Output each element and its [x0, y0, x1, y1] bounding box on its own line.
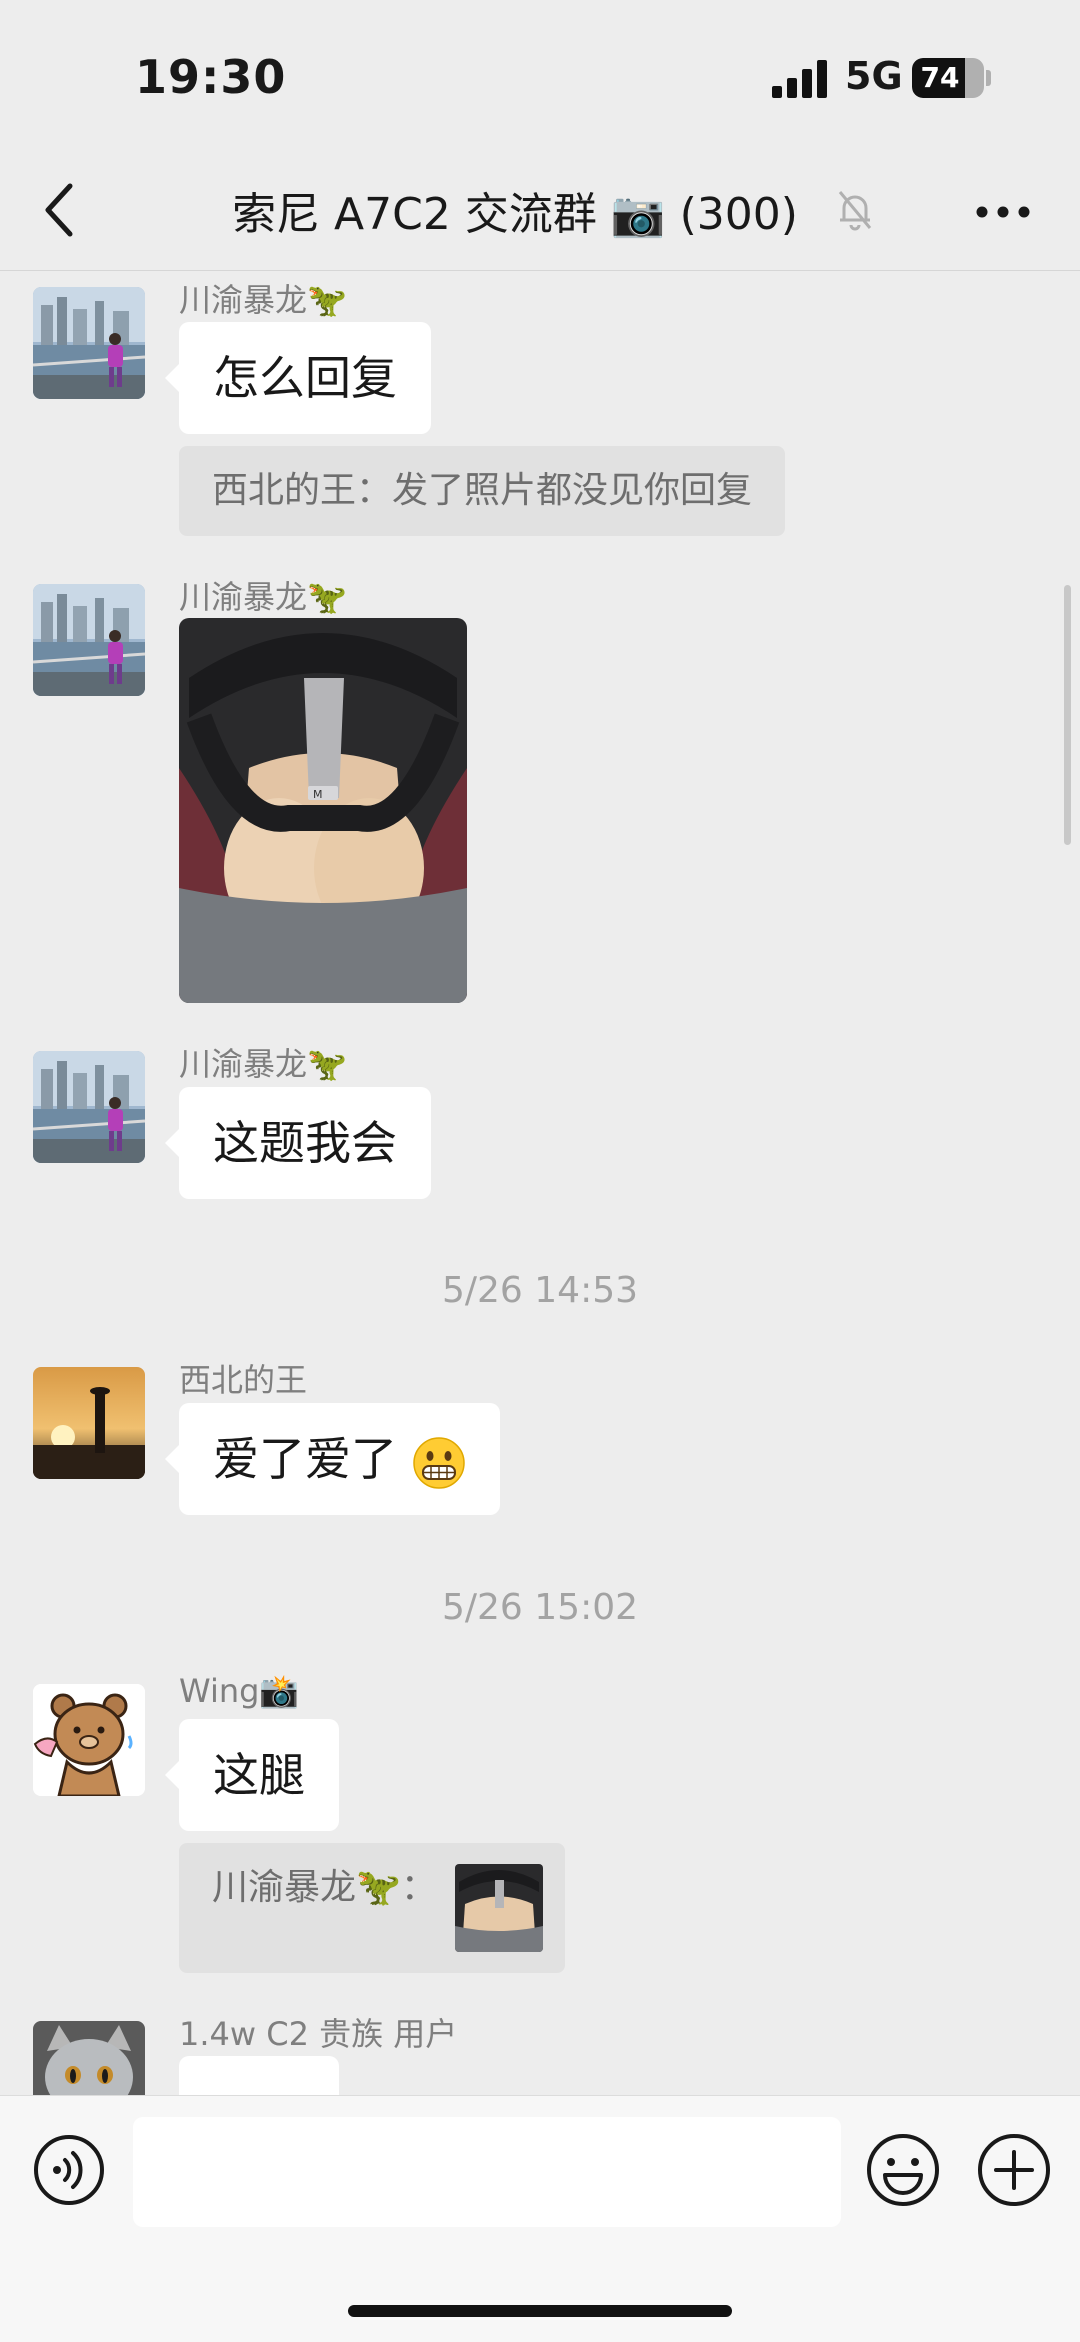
timestamp: 5/26 15:02 — [441, 1587, 639, 1628]
status-time: 19:30 — [135, 50, 287, 104]
sender-name: 西北的王 — [179, 1361, 308, 1399]
sender-avatar[interactable] — [33, 1367, 145, 1479]
message-text: 爱了爱了 — [213, 1432, 397, 1486]
grin-emoji — [412, 1436, 465, 1489]
quoted-message[interactable]: 川渝暴龙🦖： — [179, 1843, 565, 1973]
signal-icon — [772, 60, 827, 98]
quoted-message[interactable]: 西北的王：发了照片都没见你回复 — [179, 446, 786, 536]
sender-avatar[interactable] — [33, 584, 145, 696]
sender-avatar[interactable] — [33, 2021, 145, 2095]
sender-name: 川渝暴龙🦖 — [179, 1045, 347, 1083]
plus-circle-icon[interactable] — [977, 2133, 1051, 2207]
message-bubble[interactable]: 这题我会 — [165, 1087, 431, 1199]
sender-avatar[interactable] — [33, 1684, 145, 1796]
timestamp: 5/26 14:53 — [441, 1270, 639, 1311]
quoted-photo-thumbnail — [455, 1864, 543, 1952]
chat-title: 索尼 A7C2 交流群 📷 (300) — [232, 189, 798, 240]
battery-level: 74 — [920, 61, 960, 94]
ellipsis-icon[interactable] — [975, 205, 1031, 219]
message-bubble[interactable]: 这腿 — [165, 1719, 339, 1831]
emoji-icon[interactable] — [866, 2133, 940, 2207]
message-bubble[interactable]: 怎么回复 — [165, 322, 431, 434]
sender-name: 1.4w C2 贵族 用户 — [179, 2015, 458, 2053]
network-label: 5G — [845, 54, 903, 98]
message-bubble[interactable]: 爱了爱了 — [165, 1403, 500, 1515]
battery-icon: 74 — [912, 58, 984, 98]
scrollbar[interactable] — [1064, 585, 1071, 845]
sender-avatar[interactable] — [33, 1051, 145, 1163]
home-indicator[interactable] — [348, 2305, 732, 2317]
sender-avatar[interactable] — [33, 287, 145, 399]
bell-slash-icon — [838, 191, 872, 231]
sender-name: Wing📸 — [179, 1672, 300, 1710]
chevron-left-icon[interactable] — [40, 180, 80, 240]
battery-nub — [986, 70, 991, 86]
message-bubble[interactable] — [179, 2056, 339, 2095]
voice-icon[interactable] — [33, 2134, 105, 2206]
sender-name: 川渝暴龙🦖 — [179, 578, 347, 616]
sender-name: 川渝暴龙🦖 — [179, 281, 347, 319]
quoted-sender: 川渝暴龙🦖： — [212, 1867, 437, 1908]
svg-text:M: M — [313, 788, 323, 801]
photo-message[interactable]: M — [179, 618, 467, 1003]
message-input[interactable] — [133, 2117, 841, 2227]
